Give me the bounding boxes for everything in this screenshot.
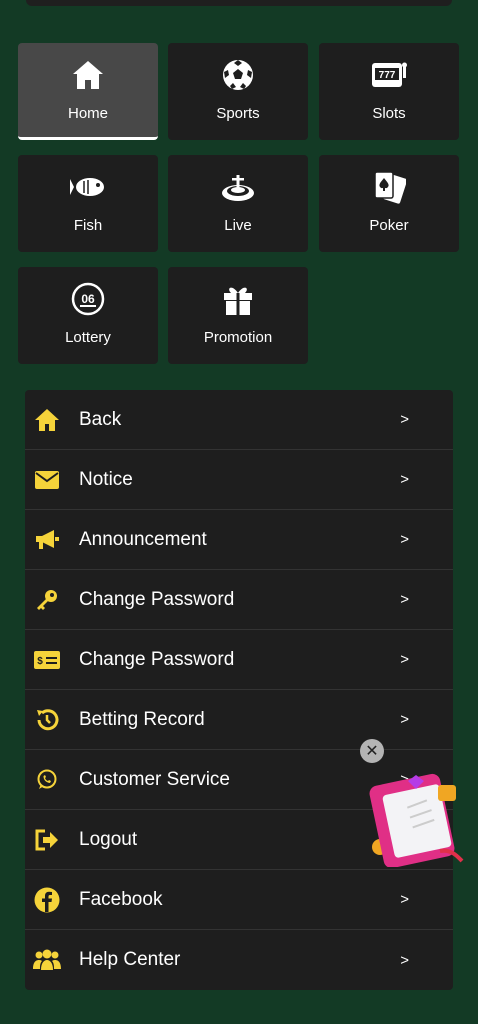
top-bar [26,0,452,6]
envelope-icon [33,466,61,494]
menu-item-notice[interactable]: Notice > [25,450,453,510]
svg-text:$: $ [37,656,43,667]
roulette-icon [220,169,256,205]
lottery-ball-icon: 06 [70,281,106,317]
tile-label: Slots [372,105,406,122]
chevron-right-icon: > [400,711,409,728]
account-menu: Back > Notice > Announcement > Change Pa… [25,390,453,990]
playing-cards-icon [371,169,407,205]
menu-item-label: Back [79,408,122,430]
chevron-right-icon: > [400,531,409,548]
menu-item-change-password-2[interactable]: $ Change Password > [25,630,453,690]
close-icon[interactable]: ✕ [360,739,384,763]
menu-item-announcement[interactable]: Announcement > [25,510,453,570]
chevron-right-icon: > [400,591,409,608]
chevron-right-icon: > [400,471,409,488]
tile-sports[interactable]: Sports [168,43,308,140]
tile-home[interactable]: Home [18,43,158,140]
floating-promo-widget[interactable]: ✕ [358,737,468,867]
chevron-right-icon: > [400,411,409,428]
slot-machine-icon: 777 [371,57,407,93]
menu-item-facebook[interactable]: Facebook > [25,870,453,930]
menu-item-label: Change Password [79,648,235,670]
tile-label: Sports [216,105,260,122]
tile-label: Promotion [203,329,273,346]
menu-item-label: Help Center [79,949,181,970]
chevron-right-icon: > [400,651,409,668]
gift-icon [220,281,256,317]
chevron-right-icon: > [400,891,409,908]
group-icon [33,946,61,974]
menu-item-label: Facebook [79,888,163,910]
menu-item-label: Customer Service [79,768,230,790]
lottery-glyph: 06 [81,292,95,306]
fish-icon [70,169,106,205]
tile-lottery[interactable]: 06 Lottery [18,267,158,364]
key-icon [33,586,61,614]
megaphone-icon [33,526,61,554]
soccer-ball-icon [220,57,256,93]
tile-slots[interactable]: 777 Slots [319,43,459,140]
tile-fish[interactable]: Fish [18,155,158,252]
menu-item-label: Logout [79,828,138,850]
home-icon [33,406,61,434]
facebook-icon [33,886,61,914]
menu-item-label: Change Password [79,588,235,610]
chevron-right-icon: > [400,951,409,969]
menu-item-help-center[interactable]: Help Center > [25,930,453,990]
whatsapp-icon [33,766,61,794]
menu-item-label: Announcement [79,528,207,550]
slots-glyph: 777 [379,70,396,81]
tile-label: Fish [73,217,103,234]
logout-icon [33,826,61,854]
menu-item-label: Notice [79,468,133,490]
card-icon: $ [33,646,61,674]
tile-promotion[interactable]: Promotion [168,267,308,364]
home-icon [70,57,106,93]
tile-label: Poker [369,217,409,234]
menu-item-change-password[interactable]: Change Password > [25,570,453,630]
tile-label: Live [224,217,252,234]
history-icon [33,706,61,734]
menu-item-back[interactable]: Back > [25,390,453,450]
tile-label: Home [67,105,108,122]
tile-label: Lottery [65,329,111,346]
menu-item-label: Betting Record [79,708,205,730]
tile-poker[interactable]: Poker [319,155,459,252]
tile-live[interactable]: Live [168,155,308,252]
